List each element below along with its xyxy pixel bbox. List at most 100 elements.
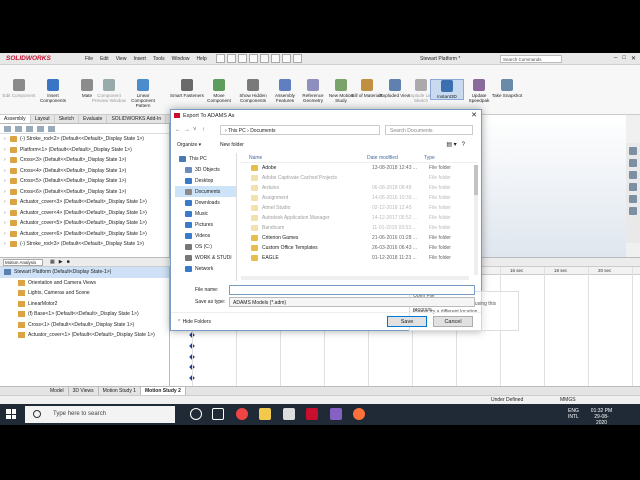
print-icon[interactable] — [249, 54, 258, 63]
file-row[interactable]: Bandicam 11-01-2019 03:53 ... File folder — [241, 223, 477, 233]
ribbon-button[interactable]: Smart Fasteners — [170, 79, 204, 98]
config-icon[interactable] — [26, 126, 33, 132]
file-row[interactable]: Autodesk Application Manager 14-12-2017 0… — [241, 213, 477, 223]
ribbon-button[interactable]: Insert Components — [36, 79, 70, 103]
taskbar-search[interactable]: Type here to search — [25, 406, 175, 423]
tab-evaluate[interactable]: Evaluate — [79, 115, 108, 123]
new-folder-button[interactable]: New folder — [220, 142, 244, 148]
tab-layout[interactable]: Layout — [31, 115, 55, 123]
nav-item[interactable]: Videos — [175, 230, 236, 241]
play-icon[interactable]: ▶ — [59, 259, 63, 265]
file-row[interactable]: EAGLE 01-12-2018 11:23 ... File folder — [241, 253, 477, 263]
view-options-icon[interactable]: ▤ ▾ ? — [446, 141, 465, 148]
language-indicator[interactable]: ENG INTL — [568, 408, 579, 420]
bottom-tab[interactable]: 3D Views — [69, 387, 99, 395]
motion-tree-item[interactable]: Actuator_cover<1> (Default<<Default>_Dis… — [0, 330, 169, 341]
organize-button[interactable]: Organize ▾ — [177, 142, 201, 148]
feature-tree-item[interactable]: › Cross<4> (Default<<Default>_Display Sta… — [0, 166, 169, 177]
back-icon[interactable]: ← — [175, 127, 184, 133]
feature-tree-item[interactable]: › Actuator_cover<3> (Default<<Default>_Di… — [0, 197, 169, 208]
firefox-icon[interactable] — [353, 408, 365, 420]
tab-sketch[interactable]: Sketch — [55, 115, 79, 123]
recent-icon[interactable]: ˅ — [193, 127, 202, 133]
file-row[interactable]: Arduino 06-08-2018 08:48 File folder — [241, 183, 477, 193]
feature-tree-item[interactable]: › (-) Stroke_rod<2> (Default<<Default>_Di… — [0, 134, 169, 145]
motion-tree-item[interactable]: (f) Base<1> (Default<<Default>_Display S… — [0, 309, 169, 320]
nav-item[interactable]: Documents — [175, 186, 236, 197]
ribbon-button[interactable]: Take Snapshot — [490, 79, 524, 98]
stop-icon[interactable]: ■ — [67, 259, 70, 265]
motion-tree-item[interactable]: LinearMotor2 — [0, 299, 169, 310]
nav-item[interactable]: OS (C:) — [175, 241, 236, 252]
menu-item[interactable]: Window — [172, 56, 190, 62]
feature-tree-item[interactable]: › Actuator_cover<4> (Default<<Default>_Di… — [0, 208, 169, 219]
new-icon[interactable] — [216, 54, 225, 63]
file-row[interactable]: Criterion Games 21-06-2016 01:28 ... File … — [241, 233, 477, 243]
file-row[interactable]: Adobe 13-08-2018 12:43 ... File folder — [241, 163, 477, 173]
cancel-button[interactable]: Cancel — [433, 316, 473, 327]
forward-icon[interactable]: → — [184, 127, 193, 133]
feature-tree-item[interactable]: › Cross<5> (Default<<Default>_Display Sta… — [0, 176, 169, 187]
file-list-scrollbar[interactable] — [474, 165, 478, 275]
open-icon[interactable] — [227, 54, 236, 63]
file-explorer-icon[interactable] — [629, 171, 637, 179]
ribbon-button[interactable]: Edit Component — [2, 79, 36, 98]
save-type-select[interactable]: ADAMS Models (*.adm) — [229, 297, 475, 307]
feature-tree-item[interactable]: › Cross<6> (Default<<Default>_Display Sta… — [0, 187, 169, 198]
tab-solidworks-add-in[interactable]: SOLIDWORKS Add-In — [107, 115, 167, 123]
file-row[interactable]: Assignment 14-06-2016 10:39 ... File folde… — [241, 193, 477, 203]
motion-tree-item[interactable]: Stewart Platform (Default<Display State-… — [0, 267, 169, 278]
forum-icon[interactable] — [629, 207, 637, 215]
save-button[interactable]: Save — [387, 316, 427, 327]
select-icon[interactable] — [271, 54, 280, 63]
feature-tree-item[interactable]: › (-) Stroke_rod<3> (Default<<Default>_Di… — [0, 239, 169, 250]
feature-tree-item[interactable]: › Actuator_cover<6> (Default<<Default>_Di… — [0, 229, 169, 240]
menu-item[interactable]: Tools — [153, 56, 165, 62]
appearances-icon[interactable] — [629, 183, 637, 191]
hide-folders-button[interactable]: ⌃ Hide Folders — [177, 319, 211, 325]
motion-tree-item[interactable]: Orientation and Camera Views — [0, 278, 169, 289]
menu-item[interactable]: Edit — [100, 56, 109, 62]
store-icon[interactable] — [283, 408, 295, 420]
minimize-icon[interactable]: – — [614, 55, 617, 62]
file-explorer-taskbar-icon[interactable] — [259, 408, 271, 420]
menu-item[interactable]: Help — [196, 56, 206, 62]
feature-tree-item[interactable]: › Actuator_cover<5> (Default<<Default>_Di… — [0, 218, 169, 229]
up-icon[interactable]: ↑ — [202, 127, 211, 133]
nav-item[interactable]: This PC — [175, 153, 236, 164]
custom-properties-icon[interactable] — [629, 195, 637, 203]
date-column-header[interactable]: Date modified — [359, 153, 416, 162]
nav-item[interactable]: Desktop — [175, 175, 236, 186]
dialog-close-icon[interactable]: ✕ — [471, 111, 477, 119]
file-row[interactable]: Adobe Captivate Cached Projects File fold… — [241, 173, 477, 183]
documents-search-input[interactable]: Search Documents — [385, 125, 473, 135]
name-column-header[interactable]: Name — [241, 153, 359, 162]
clock[interactable]: 01:32 PM 29-08-2020 — [589, 408, 614, 425]
nav-item[interactable]: Pictures — [175, 219, 236, 230]
file-name-input[interactable] — [229, 285, 475, 295]
nav-item[interactable]: Music — [175, 208, 236, 219]
cortana-icon[interactable] — [190, 408, 202, 420]
bottom-tab[interactable]: Motion Study 1 — [99, 387, 142, 395]
tab-assembly[interactable]: Assembly — [0, 115, 31, 123]
chrome-icon[interactable] — [236, 408, 248, 420]
motion-tree-item[interactable]: Cross<1> (Default<<Default>_Display Stat… — [0, 320, 169, 331]
rebuild-icon[interactable] — [282, 54, 291, 63]
visual-studio-icon[interactable] — [330, 408, 342, 420]
save-icon[interactable] — [238, 54, 247, 63]
ribbon-button[interactable]: Instant3D — [430, 79, 464, 100]
ribbon-button[interactable]: Component Preview Window — [92, 79, 126, 103]
solidworks-taskbar-icon[interactable] — [306, 408, 318, 420]
feature-tree-icon[interactable] — [4, 126, 11, 132]
property-icon[interactable] — [15, 126, 22, 132]
nav-item[interactable]: Network — [175, 263, 236, 274]
feature-tree-item[interactable]: › Platform<1> (Default<<Default>_Display … — [0, 145, 169, 156]
nav-item[interactable]: Downloads — [175, 197, 236, 208]
resources-icon[interactable] — [629, 147, 637, 155]
type-column-header[interactable]: Type — [416, 153, 435, 162]
search-commands-input[interactable]: Search Commands — [500, 55, 562, 63]
nav-item[interactable]: 3D Objects — [175, 164, 236, 175]
file-row[interactable]: Custom Office Templates 26-03-2016 06:43 … — [241, 243, 477, 253]
ribbon-button[interactable]: Linear Component Pattern — [126, 79, 160, 108]
nav-item[interactable]: WORK & STUDI — [175, 252, 236, 263]
